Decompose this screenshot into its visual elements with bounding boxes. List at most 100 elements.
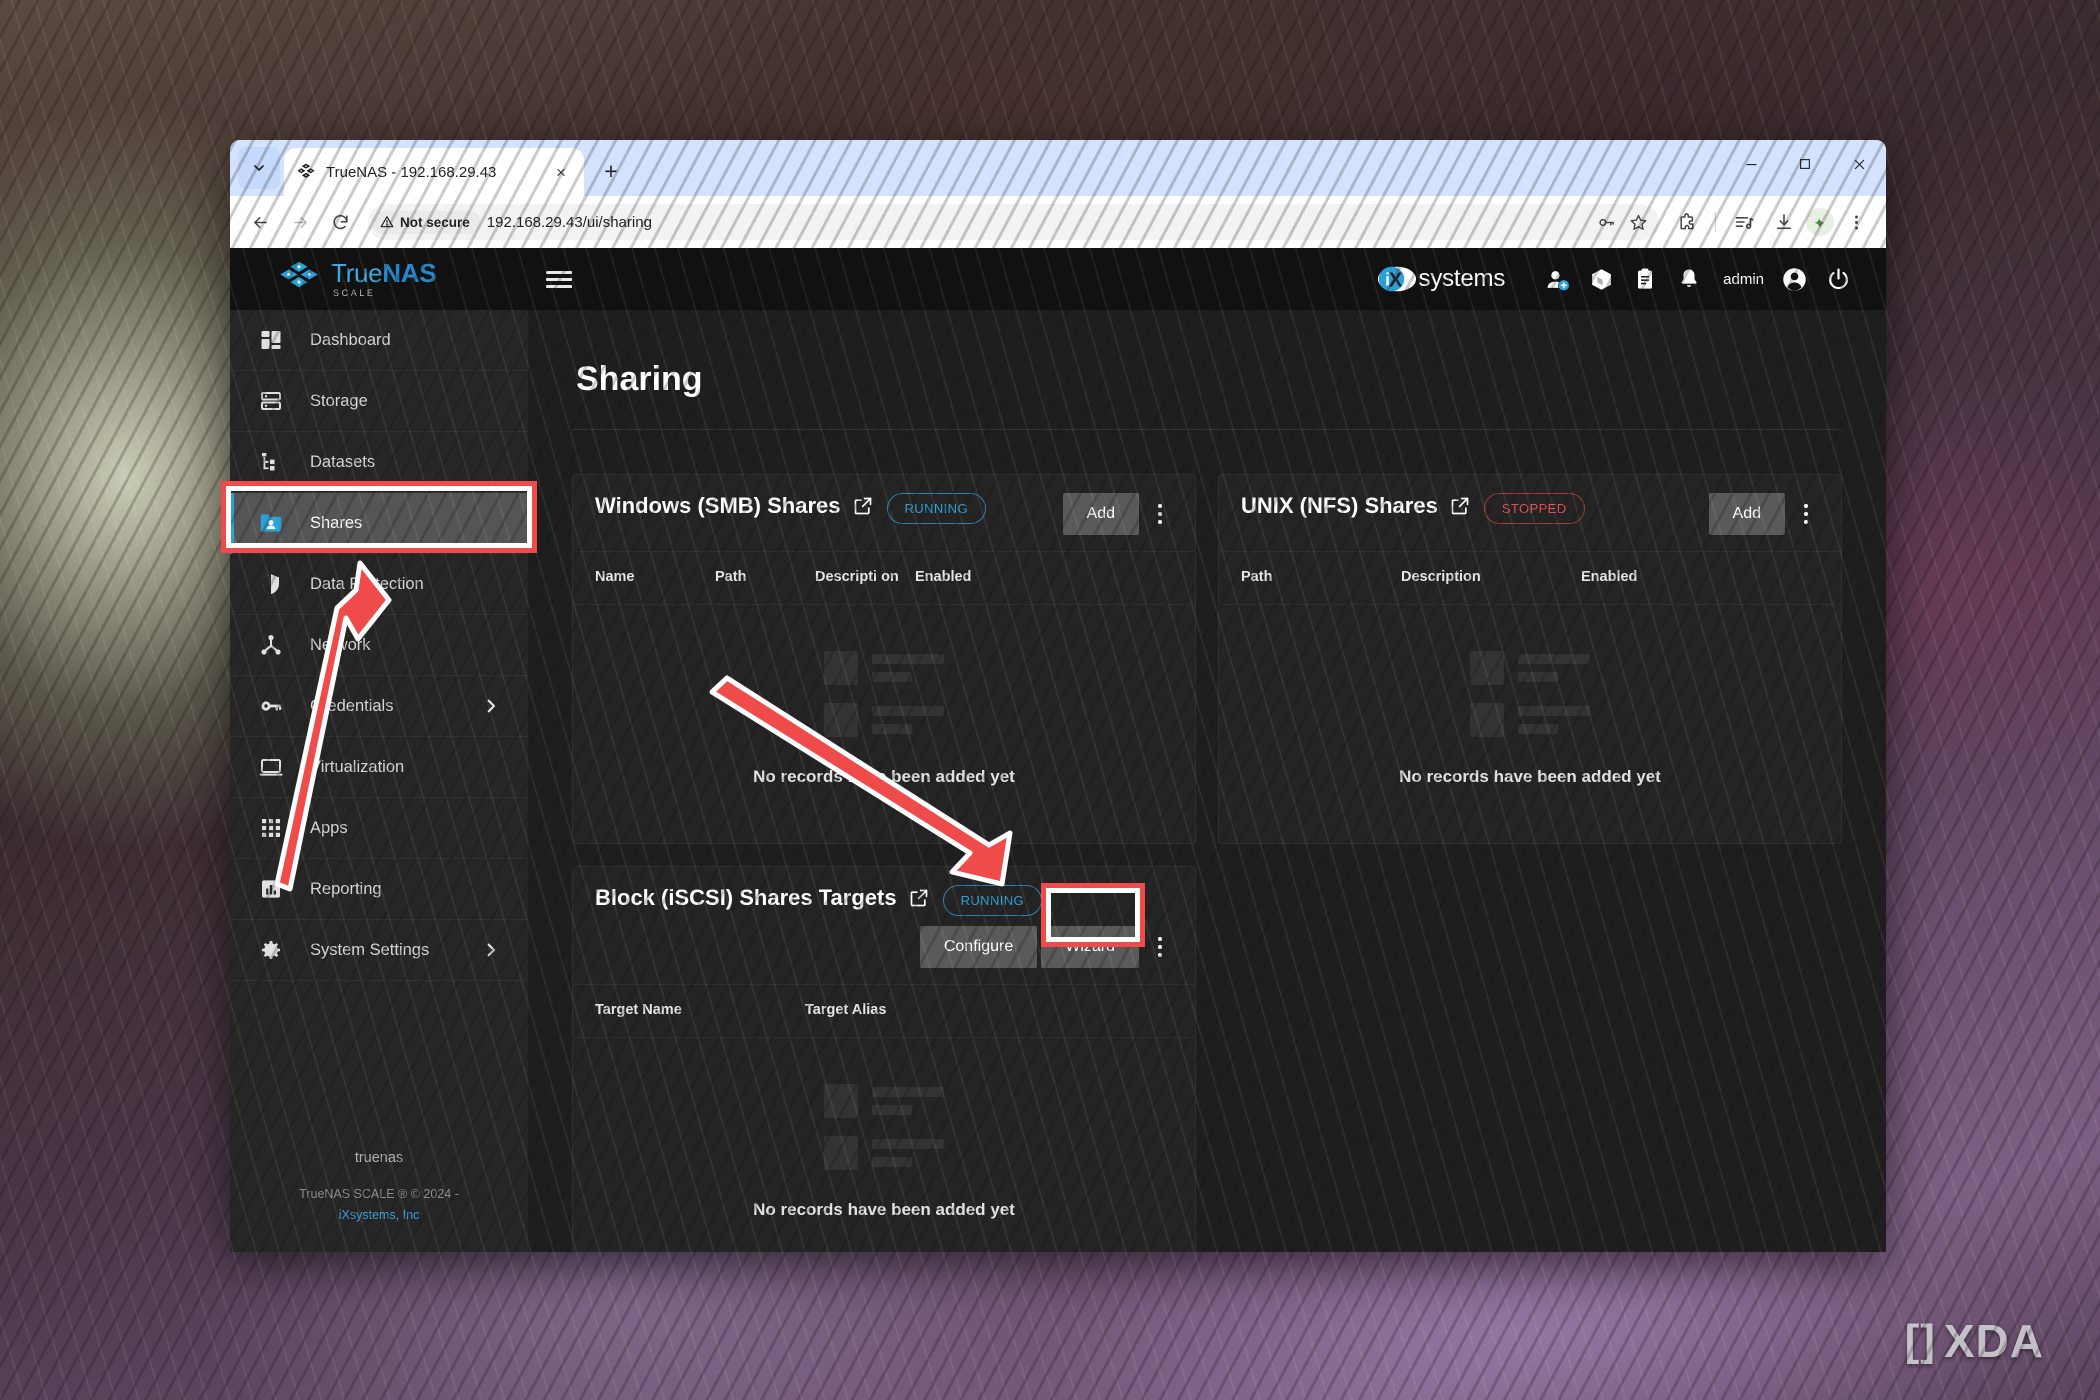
nfs-header-actions: Add (1708, 493, 1823, 535)
toolbar-divider (1715, 212, 1716, 232)
column-header[interactable]: Enabled (915, 568, 1173, 586)
bell-icon[interactable] (1669, 259, 1709, 299)
gear-icon (258, 937, 284, 963)
shares-cards-grid: Windows (SMB) Shares RUNNING Add Name Path De… (572, 474, 1842, 1252)
close-icon[interactable] (1832, 140, 1886, 188)
iscsi-status-badge[interactable]: RUNNING (942, 885, 1043, 917)
sidebar-item-storage[interactable]: Storage (230, 371, 528, 432)
smb-shares-card: Windows (SMB) Shares RUNNING Add Name Path De… (572, 474, 1196, 845)
nfs-column-headers: Path Description Enabled (1219, 552, 1841, 606)
bookmark-star-icon[interactable] (1623, 207, 1653, 237)
sidebar-item-label: Storage (310, 391, 368, 410)
sidebar-item-label: Apps (310, 818, 348, 837)
tab-search-button[interactable] (238, 147, 280, 189)
iscsi-configure-button[interactable]: Configure (919, 926, 1038, 969)
new-tab-button[interactable]: + (594, 154, 628, 188)
smb-status-badge[interactable]: RUNNING (886, 493, 986, 524)
sidebar: Dashboard Storage Datasets Shares Data Prote… (230, 310, 528, 1252)
address-bar[interactable]: Not secure 192.168.29.43/ui/sharing (368, 204, 1659, 240)
nfs-card-title: UNIX (NFS) Shares (1241, 493, 1470, 519)
sidebar-item-system-settings[interactable]: System Settings (230, 920, 528, 981)
smb-more-menu-icon[interactable] (1143, 495, 1177, 533)
extensions-icon[interactable] (1669, 204, 1705, 240)
username-label: admin (1723, 270, 1764, 288)
sidebar-item-apps[interactable]: Apps (230, 798, 528, 859)
chevron-right-icon (482, 941, 500, 959)
column-header[interactable]: Description (1401, 568, 1581, 586)
nfs-more-menu-icon[interactable] (1789, 495, 1823, 533)
iscsi-shares-card: Block (iSCSI) Shares Targets RUNNING Confi… (572, 866, 1196, 1252)
sidebar-item-label: System Settings (310, 940, 430, 959)
downloads-icon[interactable] (1766, 204, 1802, 240)
sidebar-item-credentials[interactable]: Credentials (230, 676, 528, 737)
sidebar-item-reporting[interactable]: Reporting (230, 859, 528, 920)
column-header[interactable]: Descripti on (815, 568, 915, 586)
storage-icon (258, 388, 284, 414)
empty-state-message: No records have been added yet (1399, 767, 1661, 787)
external-link-icon[interactable] (853, 496, 873, 516)
column-header[interactable]: Path (715, 568, 815, 586)
smb-card-title: Windows (SMB) Shares (595, 493, 873, 519)
network-icon (258, 632, 284, 658)
profile-avatar[interactable] (1806, 208, 1834, 236)
column-header[interactable]: Enabled (1581, 568, 1819, 586)
sidebar-item-virtualization[interactable]: Virtualization (230, 737, 528, 798)
ixsystems-link[interactable]: iXsystems, Inc (339, 1208, 420, 1222)
password-key-icon[interactable] (1591, 207, 1621, 237)
app-body: Dashboard Storage Datasets Shares Data Prote… (230, 310, 1886, 1252)
sidebar-item-label: Datasets (310, 452, 376, 471)
iscsi-card-title: Block (iSCSI) Shares Targets (595, 885, 929, 911)
smb-column-headers: Name Path Descripti on Enabled (573, 552, 1195, 606)
not-secure-badge[interactable]: Not secure (372, 210, 481, 234)
shield-icon (258, 571, 284, 597)
maximize-icon[interactable] (1778, 140, 1832, 188)
copyright-label: TrueNAS SCALE ® © 2024 - (299, 1186, 459, 1201)
sidebar-item-label: Virtualization (310, 757, 405, 776)
smb-empty-state: No records have been added yet (573, 605, 1195, 844)
browser-menu-icon[interactable] (1838, 204, 1874, 240)
sidebar-item-label: Shares (310, 513, 363, 532)
menu-toggle-button[interactable] (528, 248, 590, 310)
datasets-icon (258, 449, 284, 475)
ixsystems-mark: i X (1377, 264, 1417, 294)
media-playlist-icon[interactable] (1726, 204, 1762, 240)
sidebar-item-datasets[interactable]: Datasets (230, 432, 528, 493)
sidebar-item-shares[interactable]: Shares (230, 493, 528, 554)
back-icon[interactable] (242, 204, 278, 240)
watermark-text: XDA (1943, 1315, 2044, 1367)
tab-close-icon[interactable]: × (550, 161, 572, 183)
column-header[interactable]: Target Name (595, 1001, 805, 1019)
shares-folder-icon (258, 510, 284, 536)
truenas-logo[interactable]: TrueNAS SCALE (230, 248, 528, 310)
nfs-add-button[interactable]: Add (1708, 493, 1785, 535)
add-user-icon[interactable] (1537, 259, 1577, 299)
iscsi-wizard-button[interactable]: Wizard (1041, 926, 1139, 969)
column-header[interactable]: Target Alias (805, 1001, 1173, 1019)
column-header[interactable]: Name (595, 568, 715, 586)
smb-card-header: Windows (SMB) Shares RUNNING Add (573, 475, 1195, 552)
nfs-status-badge[interactable]: STOPPED (1483, 493, 1585, 524)
iscsi-header-actions: Configure Wizard (919, 926, 1177, 969)
tab-title: TrueNAS - 192.168.29.43 (326, 163, 497, 181)
forward-icon[interactable] (282, 204, 318, 240)
smb-add-button[interactable]: Add (1062, 493, 1139, 535)
account-circle-icon[interactable] (1774, 259, 1814, 299)
sidebar-item-dashboard[interactable]: Dashboard (230, 310, 528, 371)
power-icon[interactable] (1818, 259, 1858, 299)
external-link-icon[interactable] (909, 888, 929, 908)
card-title-text: Windows (SMB) Shares (595, 493, 841, 518)
sidebar-item-data-protection[interactable]: Data Protection (230, 554, 528, 615)
iscsi-more-menu-icon[interactable] (1143, 928, 1177, 966)
cube-layers-icon[interactable] (1581, 259, 1621, 299)
column-header[interactable]: Path (1241, 568, 1401, 586)
warning-icon (380, 216, 394, 228)
logo-nas-text: NAS (382, 258, 437, 288)
reload-icon[interactable] (322, 204, 358, 240)
not-secure-label: Not secure (400, 214, 470, 230)
minimize-icon[interactable] (1724, 140, 1778, 188)
browser-tab[interactable]: TrueNAS - 192.168.29.43 × (284, 148, 584, 196)
clipboard-icon[interactable] (1625, 259, 1665, 299)
logo-true-text: True (331, 258, 383, 288)
sidebar-item-network[interactable]: Network (230, 615, 528, 676)
external-link-icon[interactable] (1450, 496, 1470, 516)
